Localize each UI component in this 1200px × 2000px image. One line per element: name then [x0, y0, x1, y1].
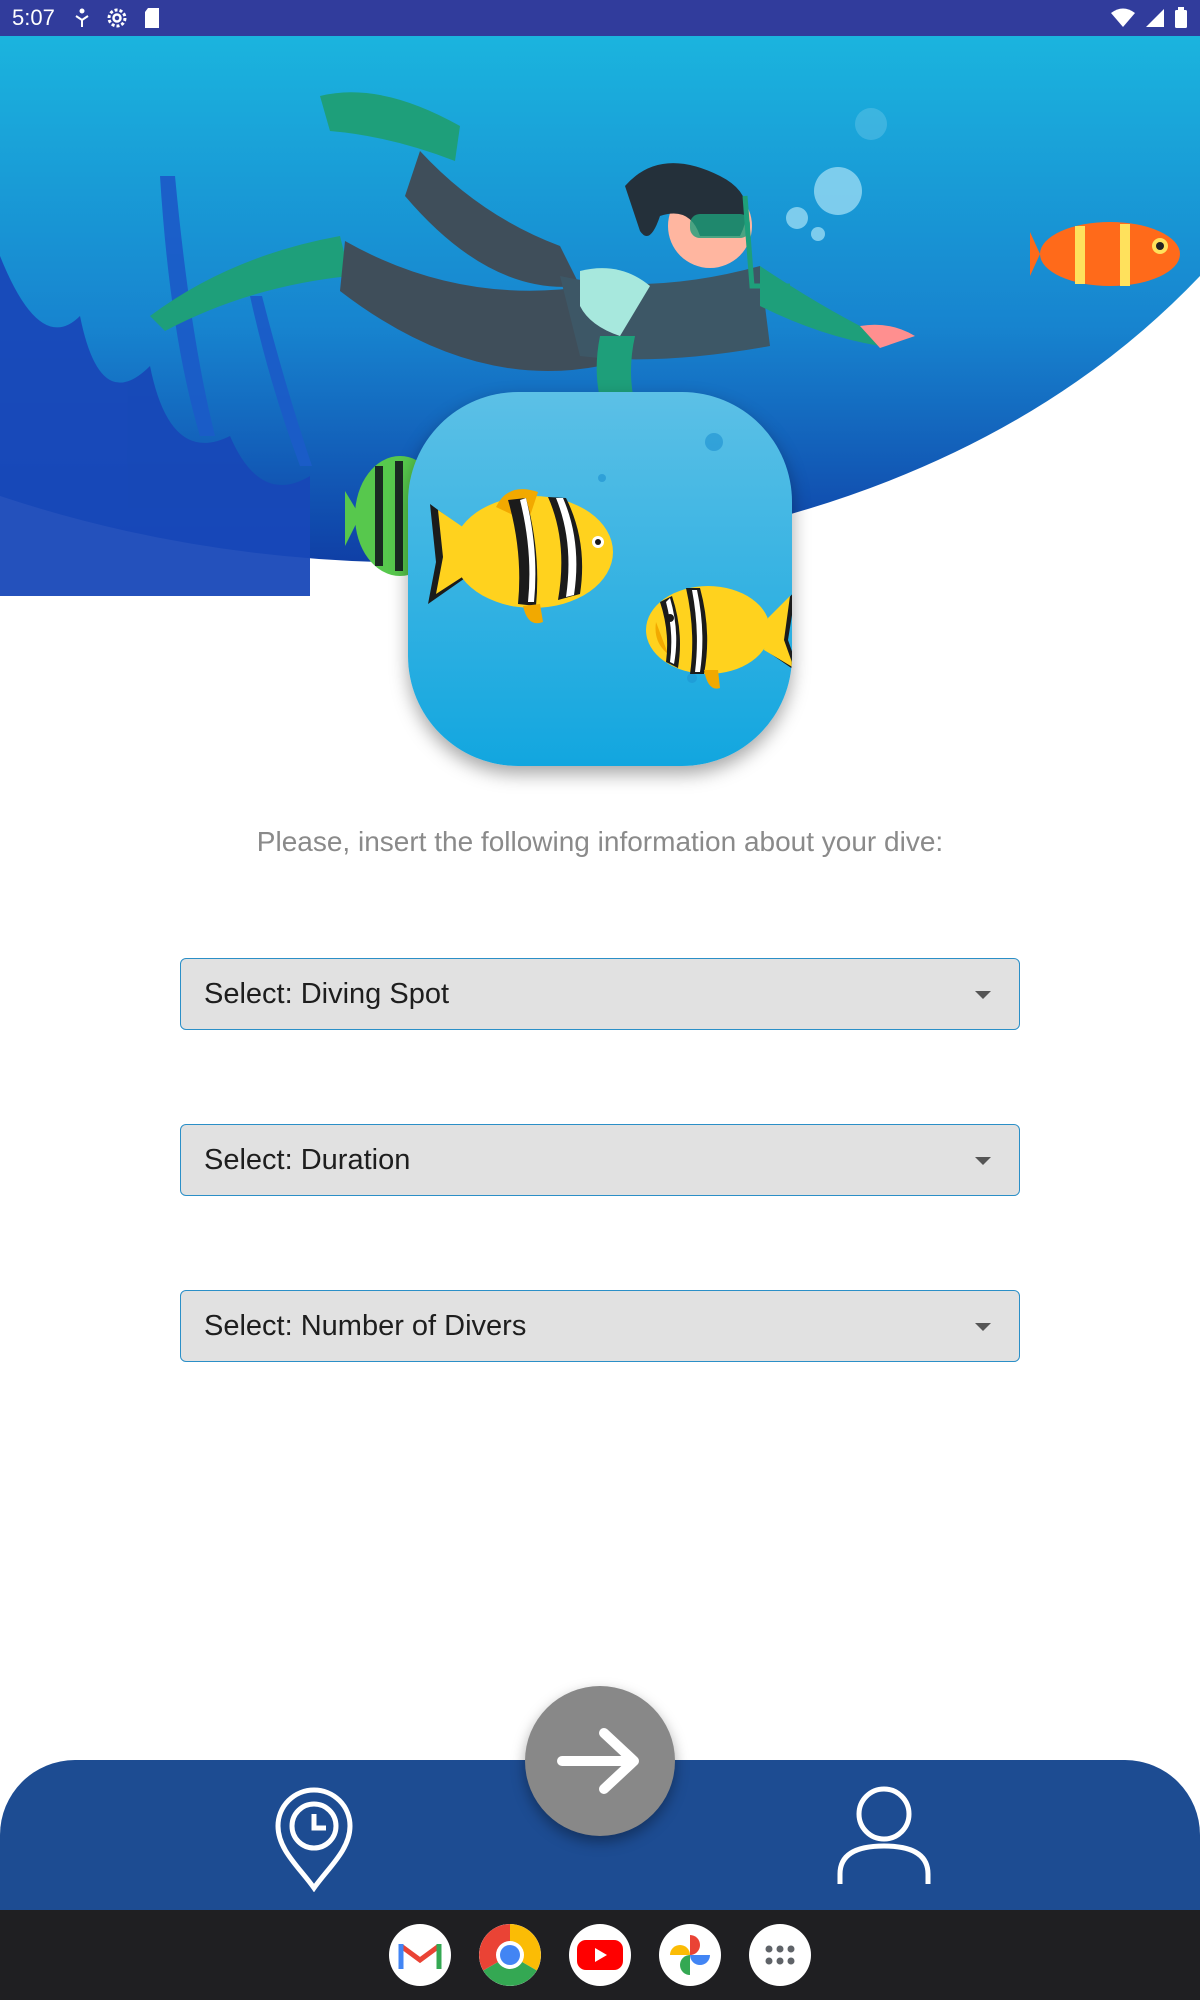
duration-dropdown[interactable]: Select: Duration: [180, 1124, 1020, 1196]
gmail-app[interactable]: [389, 1924, 451, 1986]
accessibility-icon: [75, 8, 89, 27]
status-right-icons: [1110, 0, 1188, 36]
settings-icon: [107, 8, 127, 28]
diving-spot-dropdown[interactable]: Select: Diving Spot: [180, 958, 1020, 1030]
location-history-icon: [275, 1787, 353, 1893]
profile-icon: [837, 1786, 931, 1884]
app-drawer-icon: [765, 1945, 795, 1965]
nav-history-button[interactable]: [270, 1786, 358, 1897]
gmail-icon: [398, 1943, 442, 1969]
nav-profile-button[interactable]: [834, 1782, 934, 1893]
youtube-app[interactable]: [569, 1924, 631, 1986]
chevron-down-icon: [975, 1157, 991, 1165]
chrome-icon: [479, 1924, 541, 1986]
diving-spot-label: Select: Diving Spot: [204, 977, 450, 1010]
app-root: 5:07 Please, insert the following inform…: [0, 0, 1200, 2000]
arrow-right-icon: [557, 1728, 639, 1794]
next-button[interactable]: [525, 1686, 675, 1836]
status-bar: 5:07: [0, 0, 1200, 36]
photos-app[interactable]: [659, 1924, 721, 1986]
status-left-icons: [73, 6, 161, 30]
duration-label: Select: Duration: [204, 1143, 411, 1176]
chrome-app[interactable]: [479, 1924, 541, 1986]
number-of-divers-label: Select: Number of Divers: [204, 1309, 527, 1342]
wifi-icon: [1111, 8, 1135, 27]
youtube-icon: [577, 1940, 623, 1970]
app-drawer-app[interactable]: [749, 1924, 811, 1986]
fish-logo-graphic: [408, 392, 792, 766]
signal-icon: [1146, 9, 1164, 27]
number-of-divers-dropdown[interactable]: Select: Number of Divers: [180, 1290, 1020, 1362]
form-instruction: Please, insert the following information…: [256, 826, 944, 857]
battery-icon: [1175, 7, 1187, 28]
sd-card-icon: [144, 8, 159, 28]
chevron-down-icon: [975, 1323, 991, 1331]
chevron-down-icon: [975, 991, 991, 999]
app-logo: [408, 392, 792, 766]
status-time: 5:07: [12, 5, 55, 30]
photos-icon: [670, 1935, 710, 1975]
